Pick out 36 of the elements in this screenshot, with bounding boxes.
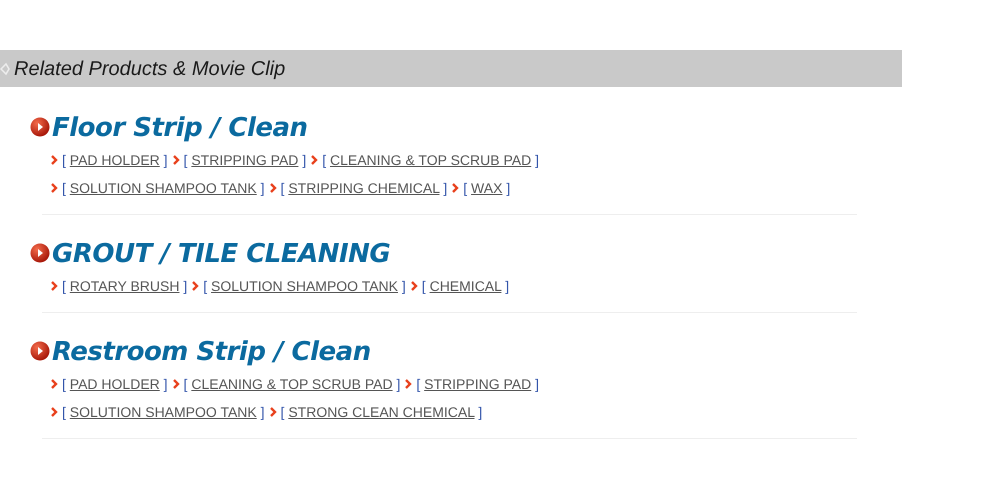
bullet-icon [30,243,50,263]
product-link[interactable]: [ SOLUTION SHAMPOO TANK ] [62,402,265,422]
product-link[interactable]: [ PAD HOLDER ] [62,374,168,394]
chevron-icon [172,379,180,389]
chevron-icon [405,379,412,389]
product-link[interactable]: [ SOLUTION SHAMPOO TANK ] [62,178,265,198]
chevron-icon [51,407,58,417]
product-link[interactable]: [ SOLUTION SHAMPOO TANK ] [203,276,406,296]
product-link[interactable]: [ WAX ] [463,178,510,198]
product-link[interactable]: [ STRIPPING CHEMICAL ] [280,178,448,198]
chevron-icon [311,155,318,165]
category-heading: Restroom Strip / Clean [52,337,371,367]
section-title: Related Products & Movie Clip [14,56,286,82]
diamond-icon [0,62,10,76]
product-link[interactable]: [ STRONG CLEAN CHEMICAL ] [280,402,482,422]
chevron-icon [452,183,460,193]
product-link[interactable]: [ PAD HOLDER ] [62,150,168,170]
category-heading: Floor Strip / Clean [52,113,308,143]
product-link[interactable]: [ CLEANING & TOP SCRUB PAD ] [184,374,400,394]
product-link[interactable]: [ CLEANING & TOP SCRUB PAD ] [322,150,540,170]
chevron-icon [51,155,58,165]
chevron-icon [172,155,180,165]
product-link[interactable]: [ STRIPPING PAD ] [416,374,540,394]
chevron-icon [51,183,58,193]
bullet-icon [30,117,50,137]
chevron-icon [270,183,277,193]
chevron-icon [410,281,418,291]
chevron-icon [51,379,58,389]
chevron-icon [192,281,200,291]
bullet-icon [30,341,50,361]
chevron-icon [51,281,58,291]
product-link[interactable]: [ ROTARY BRUSH ] [62,276,188,296]
chevron-icon [270,407,277,417]
category-heading: GROUT / TILE CLEANING [52,239,390,269]
product-link[interactable]: [ CHEMICAL ] [422,276,510,296]
product-link[interactable]: [ STRIPPING PAD ] [184,150,306,170]
